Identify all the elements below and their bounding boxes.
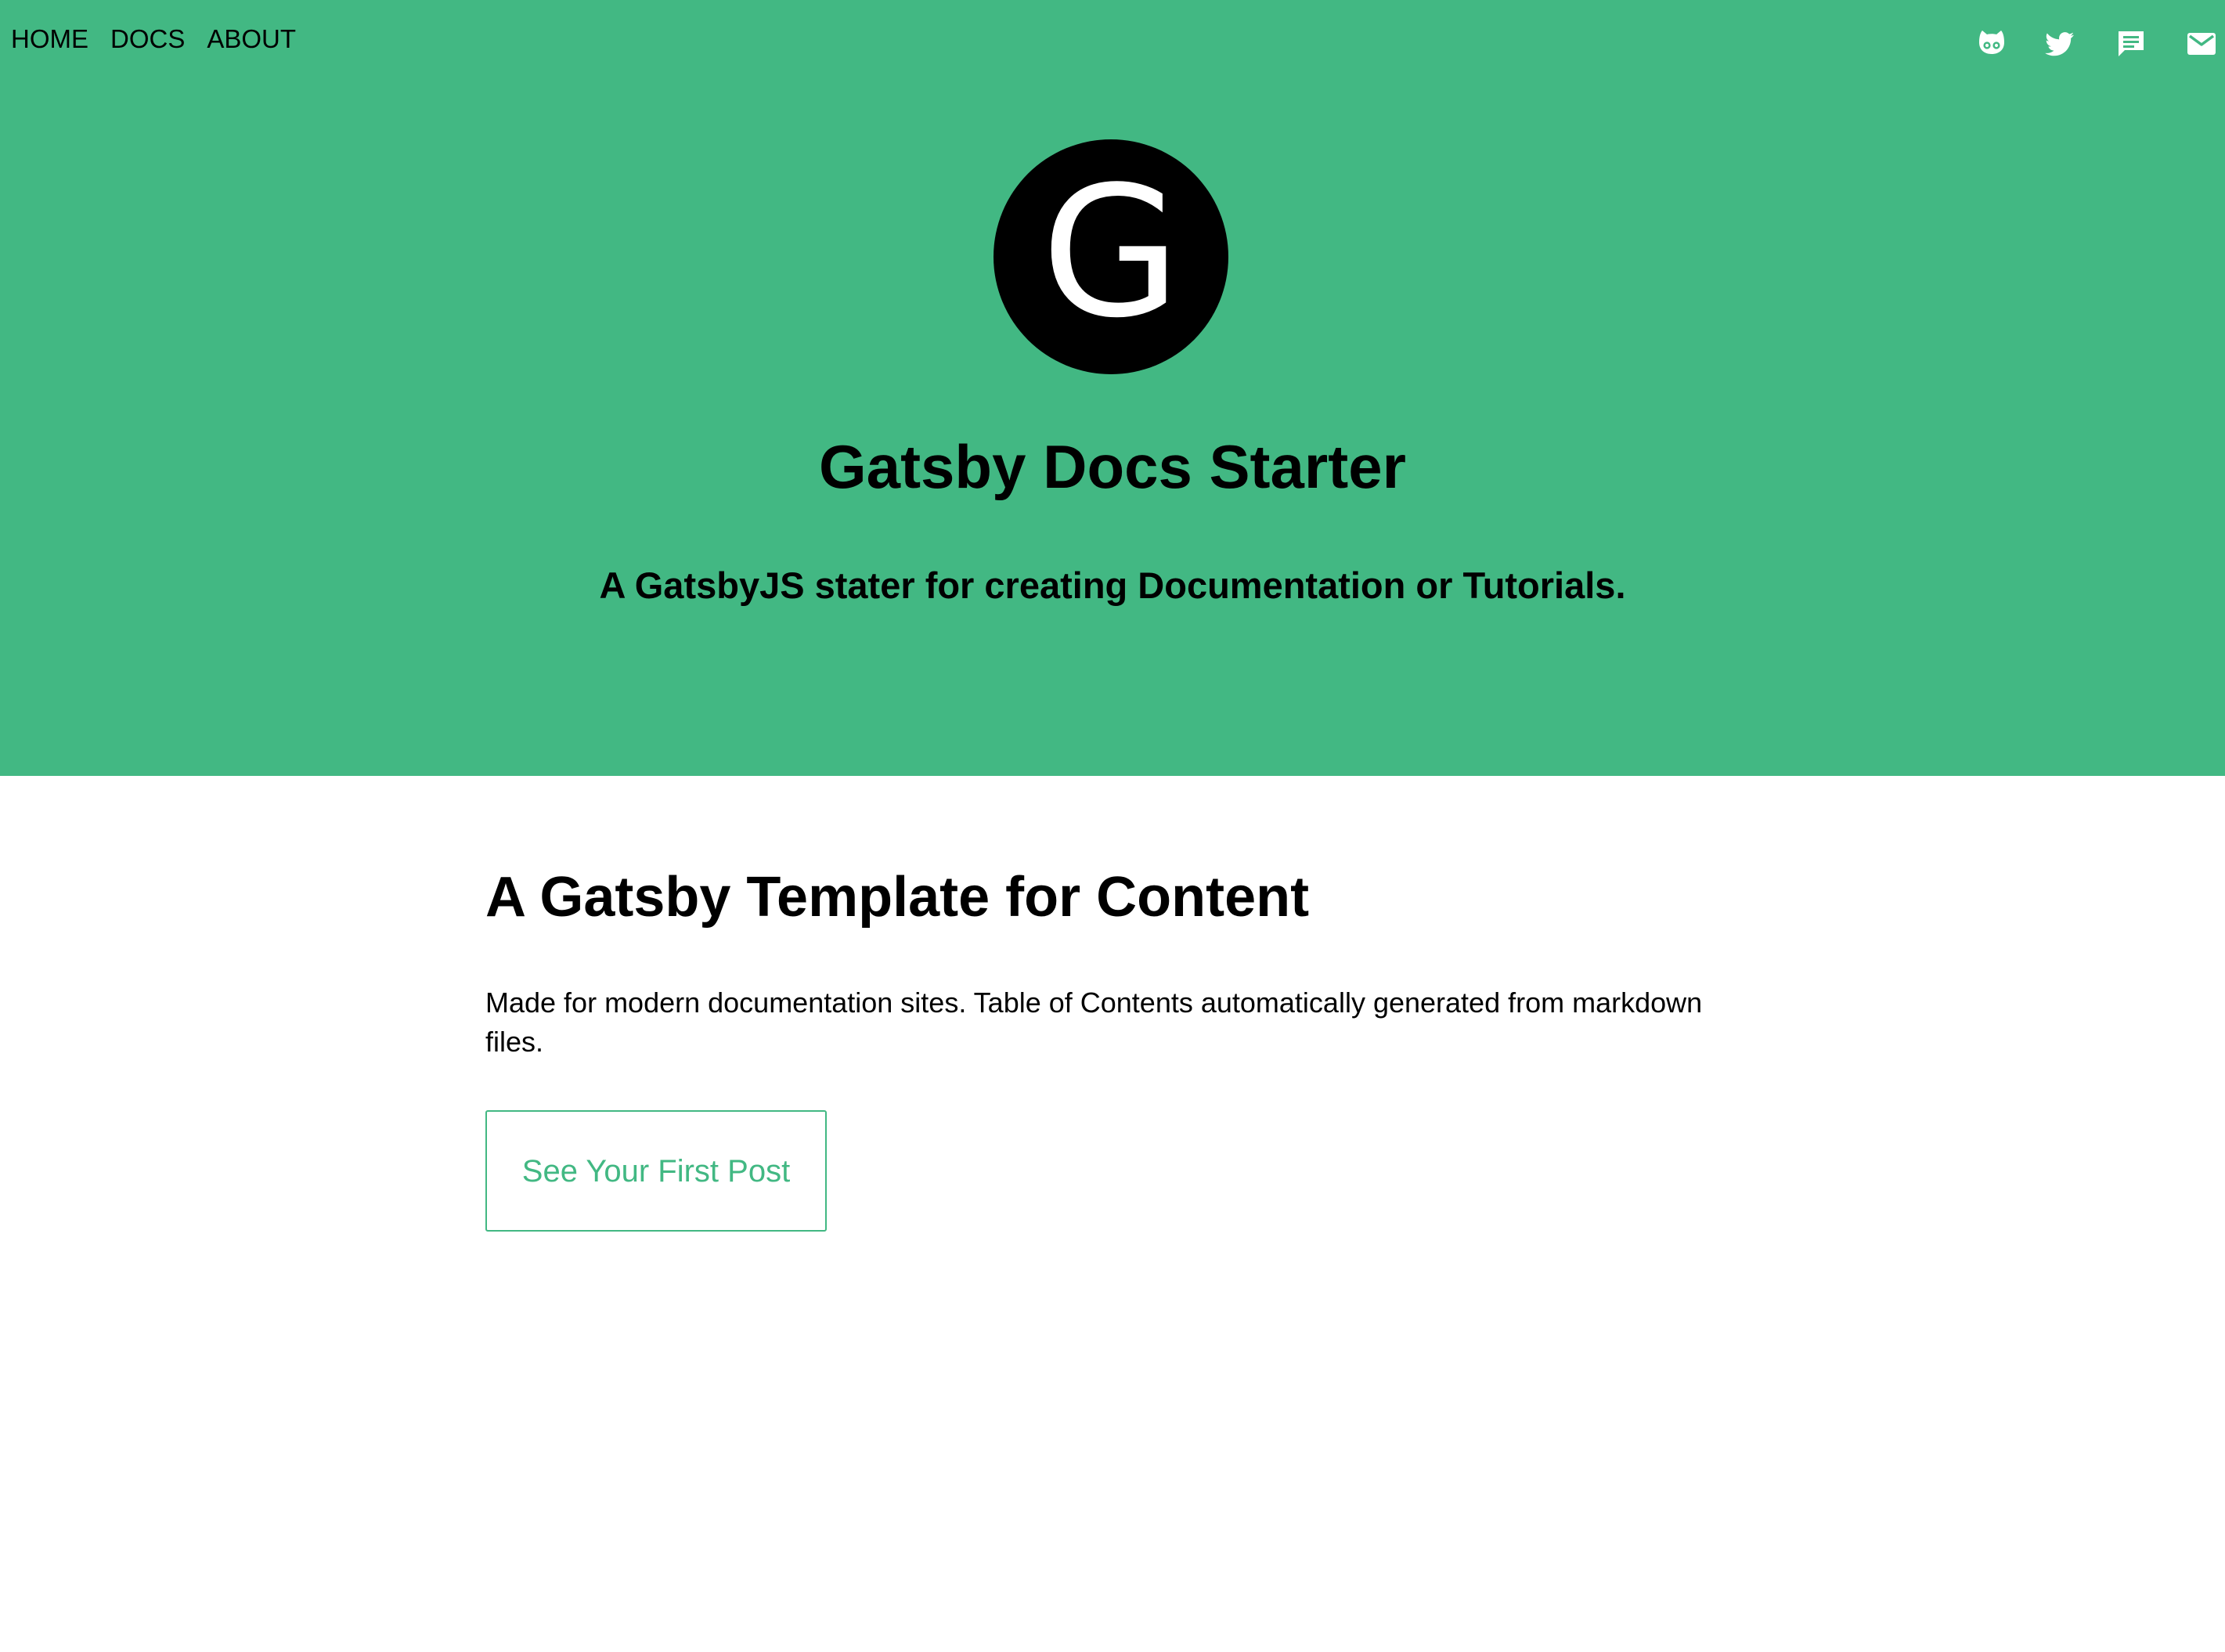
- email-icon[interactable]: [2184, 27, 2219, 61]
- hero-banner: HOME DOCS ABOUT G Gatsby Docs Starter A …: [0, 0, 2225, 776]
- main-content: A Gatsby Template for Content Made for m…: [485, 860, 1746, 1232]
- social-links: [1974, 27, 2225, 61]
- nav-home-link[interactable]: HOME: [11, 22, 88, 56]
- github-icon[interactable]: [1974, 27, 2009, 61]
- nav-about-link[interactable]: ABOUT: [207, 22, 296, 56]
- twitter-icon[interactable]: [2043, 27, 2078, 61]
- content-title: A Gatsby Template for Content: [485, 866, 1310, 929]
- nav-docs-link[interactable]: DOCS: [110, 22, 185, 56]
- hero-title: Gatsby Docs Starter: [819, 432, 1406, 501]
- logo-letter: G: [1040, 149, 1181, 358]
- first-post-button[interactable]: See Your First Post: [485, 1110, 827, 1232]
- top-navigation: HOME DOCS ABOUT: [11, 22, 296, 56]
- content-description: Made for modern documentation sites. Tab…: [485, 987, 1703, 1058]
- site-logo: G: [993, 139, 1228, 374]
- hero-subtitle: A GatsbyJS stater for creating Documenta…: [599, 564, 1626, 606]
- message-icon[interactable]: [2114, 27, 2148, 61]
